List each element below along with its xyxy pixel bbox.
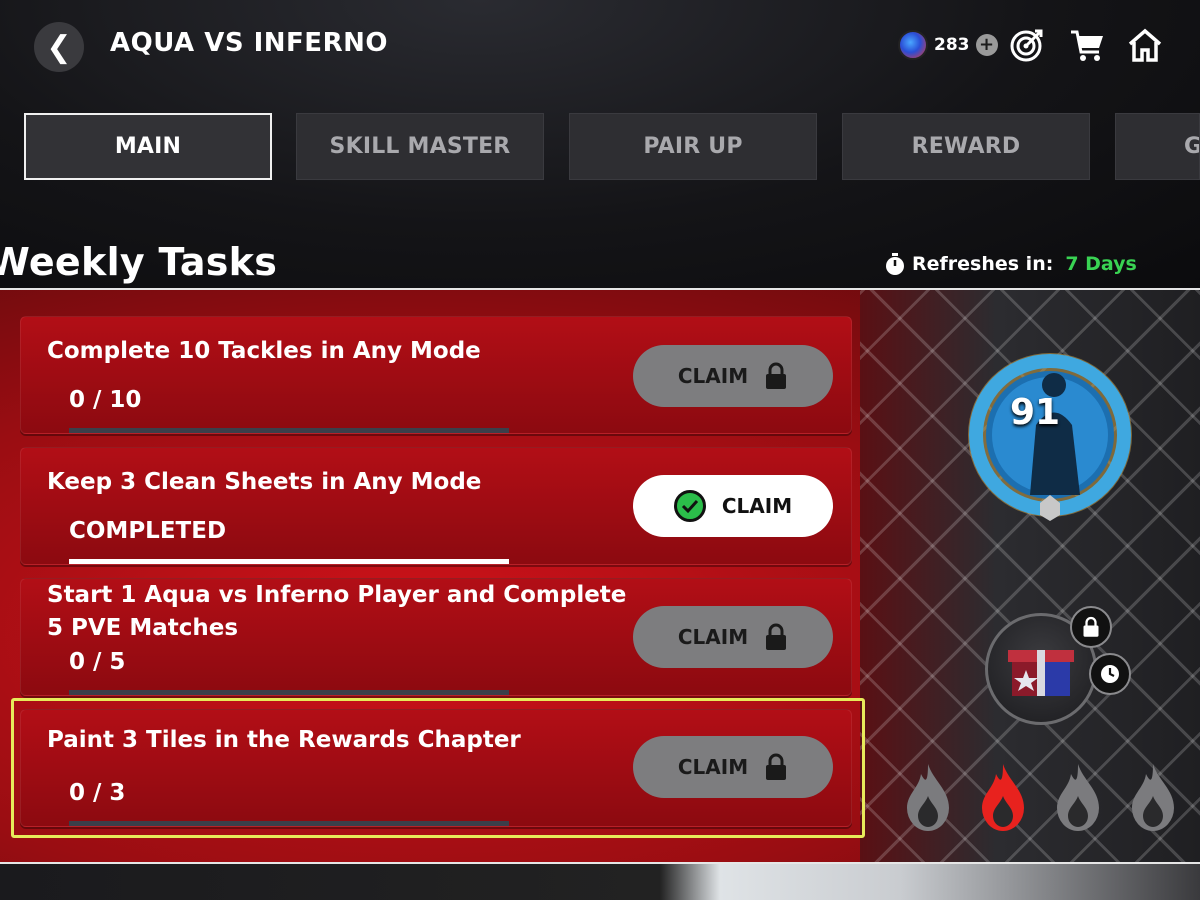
task-progress: 0 / 5 bbox=[69, 649, 126, 675]
task-progress-bar bbox=[69, 690, 509, 695]
task-title: Start 1 Aqua vs Inferno Player and Compl… bbox=[47, 582, 627, 641]
selection-highlight bbox=[11, 698, 865, 838]
task-card: Start 1 Aqua vs Inferno Player and Compl… bbox=[20, 578, 852, 696]
tab-label: PAIR UP bbox=[643, 134, 743, 159]
tab-label: SKILL MASTER bbox=[329, 134, 511, 159]
task-title: Complete 10 Tackles in Any Mode bbox=[47, 338, 481, 364]
tab-reward[interactable]: REWARD bbox=[842, 113, 1090, 180]
player-reward-badge[interactable] bbox=[960, 345, 1140, 525]
task-title: Keep 3 Clean Sheets in Any Mode bbox=[47, 469, 482, 495]
claim-label: CLAIM bbox=[721, 494, 793, 518]
tab-pair-up[interactable]: PAIR UP bbox=[569, 113, 817, 180]
tab-main[interactable]: MAIN bbox=[24, 113, 272, 180]
coin-count: 283 bbox=[934, 35, 970, 55]
page-title: AQUA VS INFERNO bbox=[110, 28, 388, 58]
tab-label: G bbox=[1184, 134, 1199, 159]
tab-partial[interactable]: G bbox=[1115, 113, 1200, 180]
claim-button[interactable]: CLAIM bbox=[633, 606, 833, 668]
currency-display: 283 + bbox=[898, 30, 998, 60]
task-progress: 0 / 10 bbox=[69, 387, 142, 413]
flame-icon bbox=[982, 764, 1024, 831]
task-card: Keep 3 Clean Sheets in Any Mode COMPLETE… bbox=[20, 447, 852, 565]
lock-icon bbox=[766, 362, 787, 389]
check-icon bbox=[673, 490, 706, 522]
footer-background bbox=[0, 864, 1200, 900]
claim-label: CLAIM bbox=[677, 625, 749, 649]
flame-icon bbox=[1132, 764, 1174, 831]
refresh-label: Refreshes in: bbox=[912, 253, 1054, 275]
cart-icon[interactable] bbox=[1068, 26, 1106, 64]
back-button[interactable]: ❮ bbox=[34, 22, 84, 72]
claim-button[interactable]: CLAIM bbox=[633, 345, 833, 407]
chevron-left-icon: ❮ bbox=[46, 29, 72, 65]
flame-icon bbox=[1057, 764, 1099, 831]
refresh-value: 7 Days bbox=[1065, 253, 1137, 275]
lock-icon bbox=[1083, 616, 1099, 637]
add-currency-button[interactable]: + bbox=[975, 34, 998, 56]
gift-lock-badge bbox=[1070, 606, 1112, 648]
lock-icon bbox=[766, 623, 787, 650]
refresh-timer: Refreshes in: 7 Days bbox=[884, 252, 1137, 276]
flame-icon bbox=[907, 764, 949, 831]
home-icon[interactable] bbox=[1126, 26, 1164, 64]
task-progress-bar bbox=[69, 428, 509, 433]
clock-icon bbox=[1101, 665, 1119, 683]
claim-label: CLAIM bbox=[677, 364, 749, 388]
tab-label: REWARD bbox=[911, 134, 1021, 159]
tab-label: MAIN bbox=[114, 134, 182, 159]
coin-icon bbox=[898, 30, 928, 60]
claim-button[interactable]: CLAIM bbox=[633, 475, 833, 537]
section-title: Weekly Tasks bbox=[0, 240, 278, 284]
task-progress-bar bbox=[69, 559, 509, 564]
task-progress-fill bbox=[69, 559, 509, 564]
task-card: Complete 10 Tackles in Any Mode 0 / 10 C… bbox=[20, 316, 852, 434]
player-rating: 91 bbox=[1010, 392, 1061, 433]
tab-skill-master[interactable]: SKILL MASTER bbox=[296, 113, 544, 180]
stopwatch-icon bbox=[886, 253, 904, 275]
target-icon[interactable] bbox=[1008, 26, 1046, 64]
task-status: COMPLETED bbox=[69, 518, 227, 544]
gift-timer-badge bbox=[1089, 653, 1131, 695]
